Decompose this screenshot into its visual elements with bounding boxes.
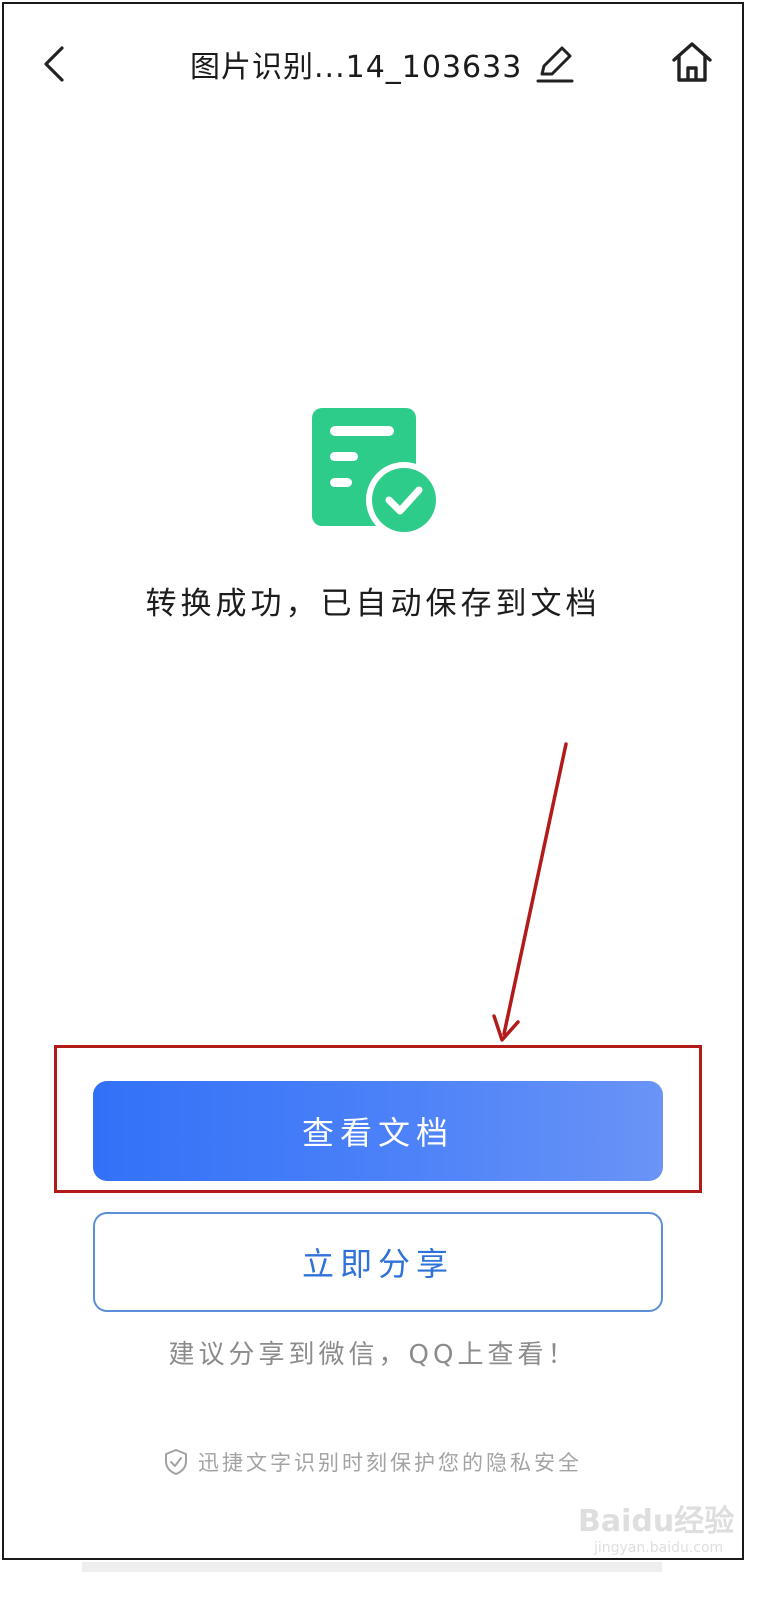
success-message: 转换成功，已自动保存到文档 xyxy=(145,586,601,622)
app-screen: 图片识别...14_103633 转换成功，已自动保存到文档 查看文档 立即分享… xyxy=(2,2,744,1560)
pencil-icon[interactable] xyxy=(536,44,574,84)
bottom-strip xyxy=(82,1562,662,1572)
chevron-left-icon[interactable] xyxy=(38,40,74,88)
view-document-button[interactable]: 查看文档 xyxy=(93,1081,663,1181)
baidu-watermark: Baidu经验 jingyan.baidu.com xyxy=(578,1496,734,1562)
share-hint: 建议分享到微信，QQ上查看！ xyxy=(168,1340,578,1370)
page-title: 图片识别...14_103633 xyxy=(190,50,523,85)
watermark-brand: Baidu经验 xyxy=(578,1504,735,1539)
document-check-icon xyxy=(312,408,442,538)
watermark-url: jingyan.baidu.com xyxy=(594,1540,724,1556)
privacy-notice: 迅捷文字识别时刻保护您的隐私安全 xyxy=(4,1447,742,1477)
top-bar: 图片识别...14_103633 xyxy=(4,4,742,124)
annotation-arrow xyxy=(492,742,568,1042)
shield-icon xyxy=(165,1449,187,1475)
home-icon[interactable] xyxy=(668,38,716,86)
title-area: 图片识别...14_103633 xyxy=(190,42,574,86)
privacy-text: 迅捷文字识别时刻保护您的隐私安全 xyxy=(198,1451,582,1475)
share-now-button[interactable]: 立即分享 xyxy=(93,1212,663,1312)
